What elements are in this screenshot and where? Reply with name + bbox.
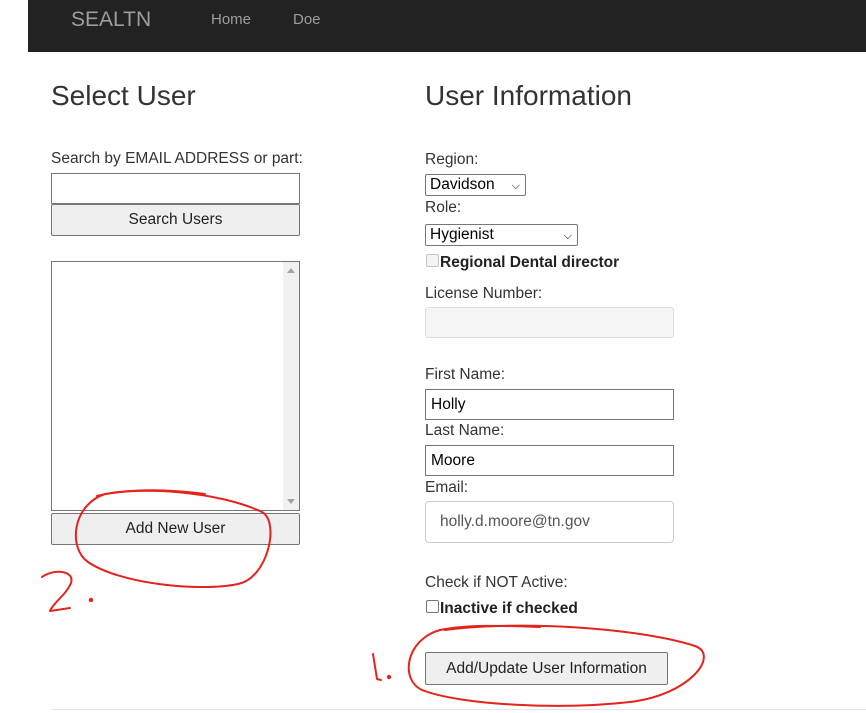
first-name-label: First Name: — [425, 366, 506, 383]
scroll-up-arrow-icon[interactable] — [287, 268, 295, 273]
brand-link[interactable]: SEALTN — [71, 8, 151, 32]
regional-director-checkbox[interactable] — [426, 254, 439, 267]
chevron-down-icon: ⌵ — [511, 180, 520, 192]
search-users-button[interactable]: Search Users — [51, 204, 300, 236]
license-number-label: License Number: — [425, 285, 543, 302]
region-label: Region: — [425, 151, 479, 168]
annotation-number-1-icon — [372, 653, 382, 681]
not-active-label: Check if NOT Active: — [425, 574, 568, 591]
license-number-input — [425, 307, 674, 338]
role-label: Role: — [425, 199, 462, 216]
annotation-dot-2-icon — [88, 597, 94, 603]
annotation-dot-1-icon — [386, 674, 392, 680]
region-select[interactable]: Davidson ⌵ — [425, 174, 526, 196]
add-update-user-button[interactable]: Add/Update User Information — [425, 652, 668, 685]
scroll-down-arrow-icon[interactable] — [287, 499, 295, 504]
user-listbox[interactable] — [51, 261, 300, 511]
chevron-down-icon: ⌵ — [563, 230, 572, 242]
inactive-checkbox[interactable] — [426, 600, 439, 613]
last-name-input[interactable] — [425, 445, 674, 476]
first-name-input[interactable] — [425, 389, 674, 420]
last-name-label: Last Name: — [425, 422, 505, 439]
role-selected-value: Hygienist — [430, 226, 494, 243]
search-input[interactable] — [51, 173, 300, 204]
email-input[interactable] — [425, 501, 674, 543]
listbox-scrollbar[interactable] — [283, 262, 299, 510]
select-user-heading: Select User — [51, 80, 196, 111]
email-label: Email: — [425, 479, 469, 496]
user-information-heading: User Information — [425, 80, 632, 111]
region-selected-value: Davidson — [430, 176, 495, 193]
search-label: Search by EMAIL ADDRESS or part: — [51, 150, 303, 167]
top-navbar: SEALTN Home Doe — [28, 0, 866, 52]
role-select[interactable]: Hygienist ⌵ — [425, 224, 578, 246]
regional-director-label: Regional Dental director — [440, 254, 620, 271]
nav-link-doe[interactable]: Doe — [293, 11, 321, 28]
footer-divider — [51, 709, 866, 710]
annotation-number-2-icon — [41, 570, 73, 612]
nav-link-home[interactable]: Home — [211, 11, 251, 28]
inactive-checkbox-label: Inactive if checked — [440, 600, 578, 617]
add-new-user-button[interactable]: Add New User — [51, 513, 300, 545]
